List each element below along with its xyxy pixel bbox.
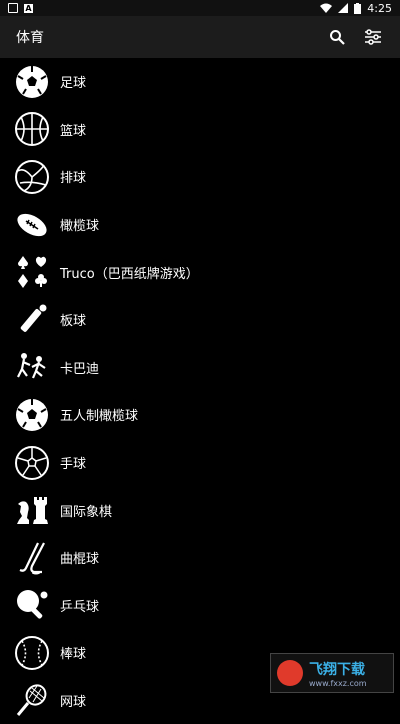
list-item-kabaddi[interactable]: 卡巴迪 — [0, 344, 400, 392]
soccer-ball-icon — [14, 397, 50, 433]
list-item-rugby[interactable]: 橄榄球 — [0, 201, 400, 249]
list-item-hockey[interactable]: 曲棍球 — [0, 534, 400, 582]
list-item-handball[interactable]: 手球 — [0, 439, 400, 487]
list-item-label: 橄榄球 — [60, 219, 100, 235]
handball-icon — [14, 445, 50, 481]
list-item-truco[interactable]: Truco（巴西纸牌游戏） — [0, 248, 400, 296]
app-bar: 体育 — [0, 16, 400, 58]
list-item-label: 篮球 — [60, 123, 87, 139]
baseball-icon — [14, 635, 50, 671]
card-suits-icon — [14, 254, 50, 290]
status-bar: A 4:25 — [0, 0, 400, 16]
app-notification-icon: A — [24, 3, 33, 13]
hockey-stick-icon — [14, 540, 50, 576]
soccer-ball-icon — [14, 64, 50, 100]
list-item-basketball[interactable]: 篮球 — [0, 106, 400, 154]
chess-pieces-icon — [14, 492, 50, 528]
signal-icon — [338, 3, 349, 13]
notification-icon — [8, 3, 18, 13]
list-item-chess[interactable]: 国际象棋 — [0, 486, 400, 534]
volleyball-icon — [14, 159, 50, 195]
sports-list: 足球 篮球 排球 橄榄球 Truco（巴西纸牌游戏） 板球 卡巴迪 五人制橄榄球… — [0, 58, 400, 724]
tennis-racket-icon — [14, 683, 50, 719]
list-item-label: 板球 — [60, 314, 87, 330]
sliders-icon — [365, 29, 381, 45]
watermark-text: 飞翔下载 — [309, 661, 365, 678]
watermark-logo: 飞翔下载 www.fxxz.com — [270, 653, 394, 693]
rugby-ball-icon — [14, 207, 50, 243]
list-item-label: 足球 — [60, 76, 87, 92]
status-time: 4:25 — [367, 1, 392, 15]
list-item-label: 乒乓球 — [60, 599, 100, 615]
list-item-label: Truco（巴西纸牌游戏） — [60, 266, 199, 282]
kabaddi-players-icon — [14, 349, 50, 385]
list-item-soccer[interactable]: 足球 — [0, 58, 400, 106]
list-item-futsal[interactable]: 五人制橄榄球 — [0, 391, 400, 439]
list-item-label: 网球 — [60, 695, 87, 711]
list-item-label: 排球 — [60, 171, 87, 187]
search-icon — [330, 30, 345, 45]
list-item-label: 卡巴迪 — [60, 361, 100, 377]
filter-button[interactable] — [358, 22, 388, 52]
list-item-table-tennis[interactable]: 乒乓球 — [0, 582, 400, 630]
watermark-url: www.fxxz.com — [309, 678, 367, 688]
search-button[interactable] — [322, 22, 352, 52]
list-item-cricket[interactable]: 板球 — [0, 296, 400, 344]
list-item-label: 棒球 — [60, 647, 87, 663]
list-item-volleyball[interactable]: 排球 — [0, 153, 400, 201]
cricket-bat-icon — [14, 302, 50, 338]
page-title: 体育 — [16, 30, 44, 46]
table-tennis-icon — [14, 587, 50, 623]
battery-icon — [354, 2, 362, 14]
list-item-label: 手球 — [60, 457, 87, 473]
watermark-icon — [277, 660, 303, 686]
list-item-label: 曲棍球 — [60, 552, 100, 568]
list-item-label: 国际象棋 — [60, 504, 113, 520]
list-item-label: 五人制橄榄球 — [60, 409, 139, 425]
basketball-icon — [14, 111, 50, 147]
wifi-icon — [320, 3, 333, 13]
